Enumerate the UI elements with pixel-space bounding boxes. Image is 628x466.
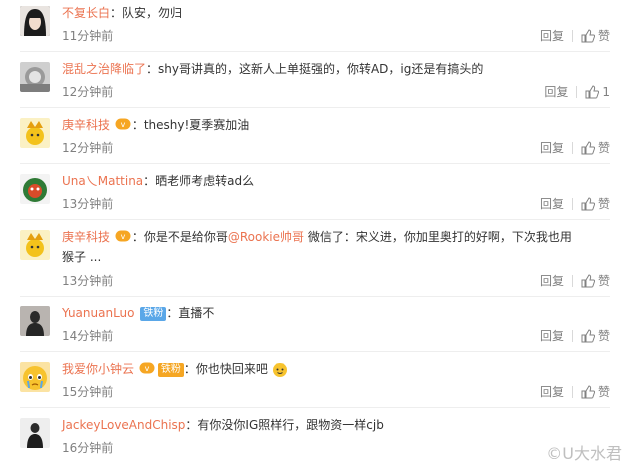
comment-item: 庚辛科技 v ：你是不是给你哥@Rookie帅哥 微信了：宋义进，你加里奥打的好…: [0, 224, 628, 296]
comment-item: 不复长白：队安，勿归 11分钟前 回复 赞: [0, 0, 628, 56]
like-count: 1: [602, 85, 610, 99]
thumbs-up-icon: [581, 329, 595, 343]
divider: [20, 163, 610, 164]
timestamp: 13分钟前: [62, 274, 114, 288]
reply-button[interactable]: 回复: [540, 384, 564, 400]
divider: [20, 107, 610, 108]
timestamp: 15分钟前: [62, 385, 114, 399]
vip-badge-icon: v: [115, 117, 131, 135]
avatar[interactable]: [20, 118, 50, 148]
divider: [20, 219, 610, 220]
like-button[interactable]: 赞: [581, 28, 610, 44]
watermark: ©U大水君: [546, 444, 622, 463]
avatar[interactable]: [20, 306, 50, 336]
divider: [571, 198, 573, 210]
comment-item: JackeyLoveAndChisp：有你没你IG照样行，跟物资一样cjb 16…: [0, 412, 628, 466]
comment-item: Una乀Mattina：晒老师考虑转ad么 13分钟前 回复 赞: [0, 168, 628, 224]
avatar[interactable]: [20, 6, 50, 36]
like-button[interactable]: 赞: [581, 384, 610, 400]
username[interactable]: YuanuanLuo: [62, 306, 135, 320]
thumbs-up-icon: [581, 385, 595, 399]
divider: [20, 351, 610, 352]
like-label: 赞: [597, 329, 610, 343]
avatar[interactable]: [20, 230, 50, 260]
like-label: 赞: [597, 141, 610, 155]
comment-text: ：直播不: [166, 306, 215, 320]
svg-text:v: v: [120, 232, 125, 241]
reply-button[interactable]: 回复: [544, 84, 568, 100]
like-button[interactable]: 1: [585, 84, 610, 100]
username[interactable]: 混乱之治降临了: [62, 62, 146, 76]
fan-badge: 铁粉: [140, 306, 167, 321]
comment-text: ：theshy!夏季赛加油: [131, 118, 250, 132]
avatar[interactable]: [20, 62, 50, 92]
divider: [20, 296, 610, 297]
comment-text-continued: 猴子 ...: [62, 250, 102, 264]
username[interactable]: 我爱你小钟云: [62, 362, 134, 376]
timestamp: 12分钟前: [62, 85, 114, 99]
reply-button[interactable]: 回复: [540, 28, 564, 44]
comment-text: ：你也快回来吧: [183, 362, 268, 376]
divider: [20, 407, 610, 408]
timestamp: 12分钟前: [62, 141, 114, 155]
like-button[interactable]: 赞: [581, 273, 610, 289]
username[interactable]: 庚辛科技: [62, 230, 110, 244]
thumbs-up-icon: [581, 197, 595, 211]
avatar[interactable]: [20, 418, 50, 448]
thumbs-up-icon: [585, 85, 600, 99]
like-label: 赞: [597, 197, 610, 211]
comment-item: YuanuanLuo 铁粉 ：直播不 14分钟前 回复 赞: [0, 300, 628, 356]
username[interactable]: 不复长白: [62, 6, 110, 20]
comment-item: 庚辛科技 v ：theshy!夏季赛加油 12分钟前 回复 赞: [0, 112, 628, 168]
timestamp: 13分钟前: [62, 197, 114, 211]
divider: [571, 386, 573, 398]
emoji-icon: [272, 362, 288, 378]
like-button[interactable]: 赞: [581, 196, 610, 212]
reply-button[interactable]: 回复: [540, 328, 564, 344]
vip-badge-icon: v: [115, 229, 131, 247]
vip-badge-icon: v: [139, 361, 155, 379]
divider: [571, 275, 573, 287]
comment-text: ：晒老师考虑转ad么: [143, 174, 255, 188]
svg-text:v: v: [120, 120, 125, 129]
avatar[interactable]: [20, 362, 50, 392]
comment-text: ：shy哥讲真的，这新人上单挺强的，你转AD，ig还是有搞头的: [146, 62, 484, 76]
thumbs-up-icon: [581, 274, 595, 288]
reply-button[interactable]: 回复: [540, 196, 564, 212]
divider: [571, 330, 573, 342]
like-label: 赞: [597, 385, 610, 399]
username[interactable]: 庚辛科技: [62, 118, 110, 132]
comment-text: 微信了：宋义进，你加里奥打的好啊，下次我也用: [304, 230, 572, 244]
like-label: 赞: [597, 29, 610, 43]
divider: [571, 30, 573, 42]
divider: [20, 51, 610, 52]
like-button[interactable]: 赞: [581, 328, 610, 344]
comment-text: ：有你没你IG照样行，跟物资一样cjb: [185, 418, 384, 432]
comment-item: 混乱之治降临了：shy哥讲真的，这新人上单挺强的，你转AD，ig还是有搞头的 1…: [0, 56, 628, 112]
avatar[interactable]: [20, 174, 50, 204]
username[interactable]: JackeyLoveAndChisp: [62, 418, 185, 432]
like-button[interactable]: 赞: [581, 140, 610, 156]
mention-link[interactable]: @Rookie帅哥: [228, 230, 304, 244]
divider: [576, 86, 578, 98]
like-label: 赞: [597, 274, 610, 288]
reply-button[interactable]: 回复: [540, 140, 564, 156]
fan-badge: 铁粉: [157, 362, 184, 377]
thumbs-up-icon: [581, 141, 595, 155]
comment-text: ：队安，勿归: [110, 6, 183, 20]
timestamp: 16分钟前: [62, 441, 114, 455]
thumbs-up-icon: [581, 29, 595, 43]
divider: [571, 142, 573, 154]
timestamp: 11分钟前: [62, 29, 114, 43]
comment-item: 我爱你小钟云 v 铁粉 ：你也快回来吧 15分钟前 回复 赞: [0, 356, 628, 412]
username[interactable]: Una乀Mattina: [62, 174, 143, 188]
comment-text: ：你是不是给你哥: [131, 230, 228, 244]
timestamp: 14分钟前: [62, 329, 114, 343]
reply-button[interactable]: 回复: [540, 273, 564, 289]
svg-text:v: v: [144, 364, 149, 373]
